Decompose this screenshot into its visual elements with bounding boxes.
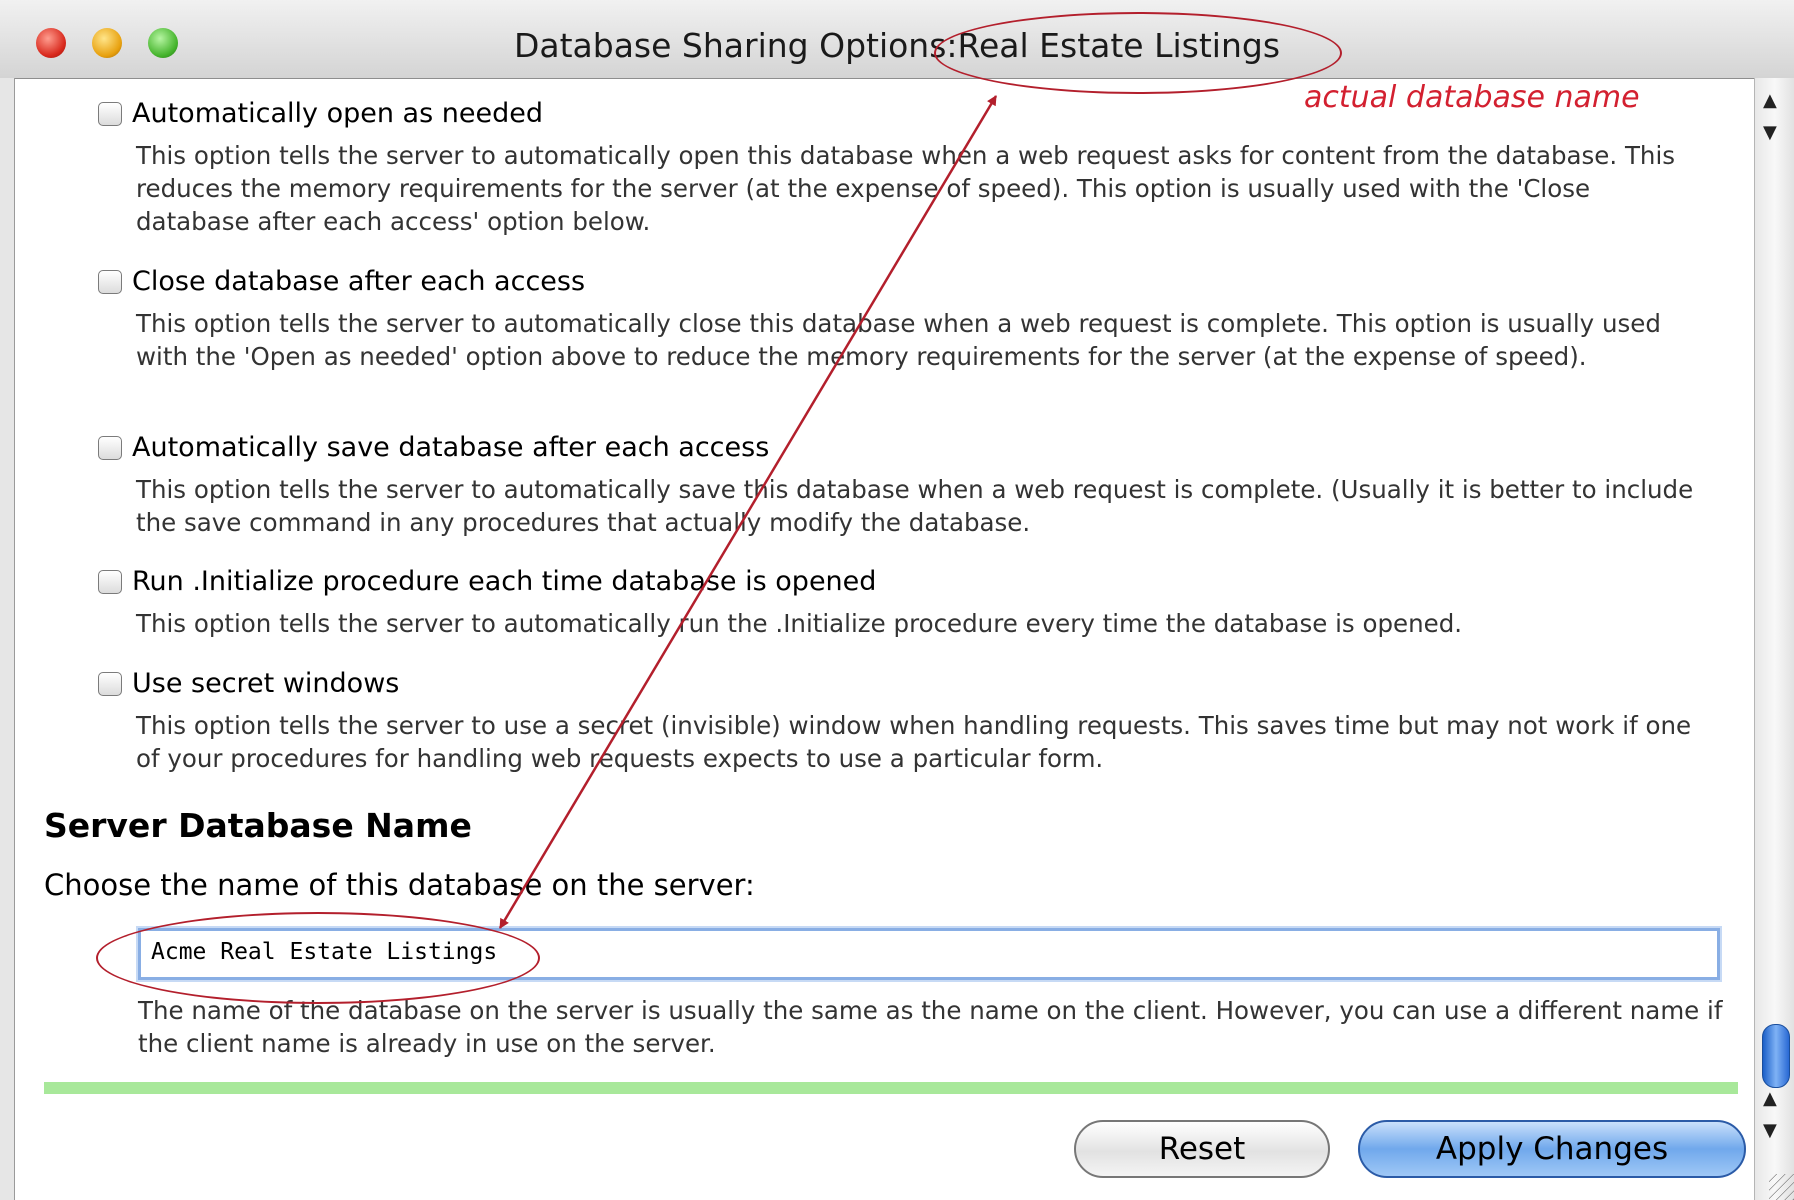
secret-windows-checkbox[interactable] bbox=[98, 671, 122, 696]
option-run-initialize: Run .Initialize procedure each time data… bbox=[98, 566, 1718, 640]
option-label[interactable]: Use secret windows bbox=[132, 668, 399, 699]
option-header: Automatically save database after each a… bbox=[98, 432, 1718, 463]
option-label[interactable]: Automatically save database after each a… bbox=[132, 432, 769, 463]
option-secret-windows: Use secret windows This option tells the… bbox=[98, 668, 1718, 775]
field-annotation-ellipse bbox=[96, 912, 540, 1004]
server-database-name-heading: Server Database Name bbox=[44, 806, 472, 845]
server-database-name-description: The name of the database on the server i… bbox=[138, 996, 1723, 1058]
resize-grip-icon[interactable] bbox=[1769, 1174, 1794, 1200]
run-initialize-checkbox[interactable] bbox=[98, 569, 122, 594]
scroll-down-arrow-icon[interactable]: ▼ bbox=[1763, 122, 1777, 143]
database-sharing-options-window: Database Sharing Options:Real Estate Lis… bbox=[0, 0, 1794, 1200]
option-header: Close database after each access bbox=[98, 266, 1718, 297]
option-auto-open: Automatically open as needed This option… bbox=[98, 98, 1718, 238]
options-content: Automatically open as needed This option… bbox=[14, 78, 1754, 1200]
scroll-up-arrow-icon[interactable]: ▲ bbox=[1763, 1088, 1777, 1109]
title-bar[interactable]: Database Sharing Options:Real Estate Lis… bbox=[0, 0, 1794, 79]
option-description: This option tells the server to automati… bbox=[136, 309, 1661, 371]
option-auto-save: Automatically save database after each a… bbox=[98, 432, 1718, 539]
auto-open-checkbox[interactable] bbox=[98, 101, 122, 126]
option-label[interactable]: Close database after each access bbox=[132, 266, 585, 297]
section-divider bbox=[44, 1082, 1738, 1094]
vertical-scrollbar[interactable]: ▲ ▼ ▲ ▼ bbox=[1754, 78, 1794, 1200]
scroll-down-arrow-icon[interactable]: ▼ bbox=[1763, 1120, 1777, 1141]
option-description: This option tells the server to automati… bbox=[136, 609, 1463, 638]
option-header: Run .Initialize procedure each time data… bbox=[98, 566, 1718, 597]
window-left-border bbox=[0, 78, 15, 1200]
apply-changes-button[interactable]: Apply Changes bbox=[1358, 1120, 1746, 1178]
annotation-label: actual database name bbox=[1304, 80, 1640, 115]
option-description: This option tells the server to use a se… bbox=[136, 711, 1692, 773]
close-after-access-checkbox[interactable] bbox=[98, 269, 122, 294]
option-description: This option tells the server to automati… bbox=[136, 141, 1676, 236]
option-label[interactable]: Automatically open as needed bbox=[132, 98, 543, 129]
option-header: Use secret windows bbox=[98, 668, 1718, 699]
reset-button[interactable]: Reset bbox=[1074, 1120, 1330, 1178]
scrollbar-thumb[interactable] bbox=[1762, 1024, 1790, 1088]
option-close-after-access: Close database after each access This op… bbox=[98, 266, 1718, 373]
server-database-name-prompt: Choose the name of this database on the … bbox=[44, 868, 755, 902]
scroll-up-arrow-icon[interactable]: ▲ bbox=[1763, 90, 1777, 111]
auto-save-checkbox[interactable] bbox=[98, 435, 122, 460]
option-description: This option tells the server to automati… bbox=[136, 475, 1694, 537]
option-label[interactable]: Run .Initialize procedure each time data… bbox=[132, 566, 876, 597]
window-title: Database Sharing Options:Real Estate Lis… bbox=[513, 26, 1281, 65]
title-annotation-ellipse bbox=[934, 12, 1342, 94]
